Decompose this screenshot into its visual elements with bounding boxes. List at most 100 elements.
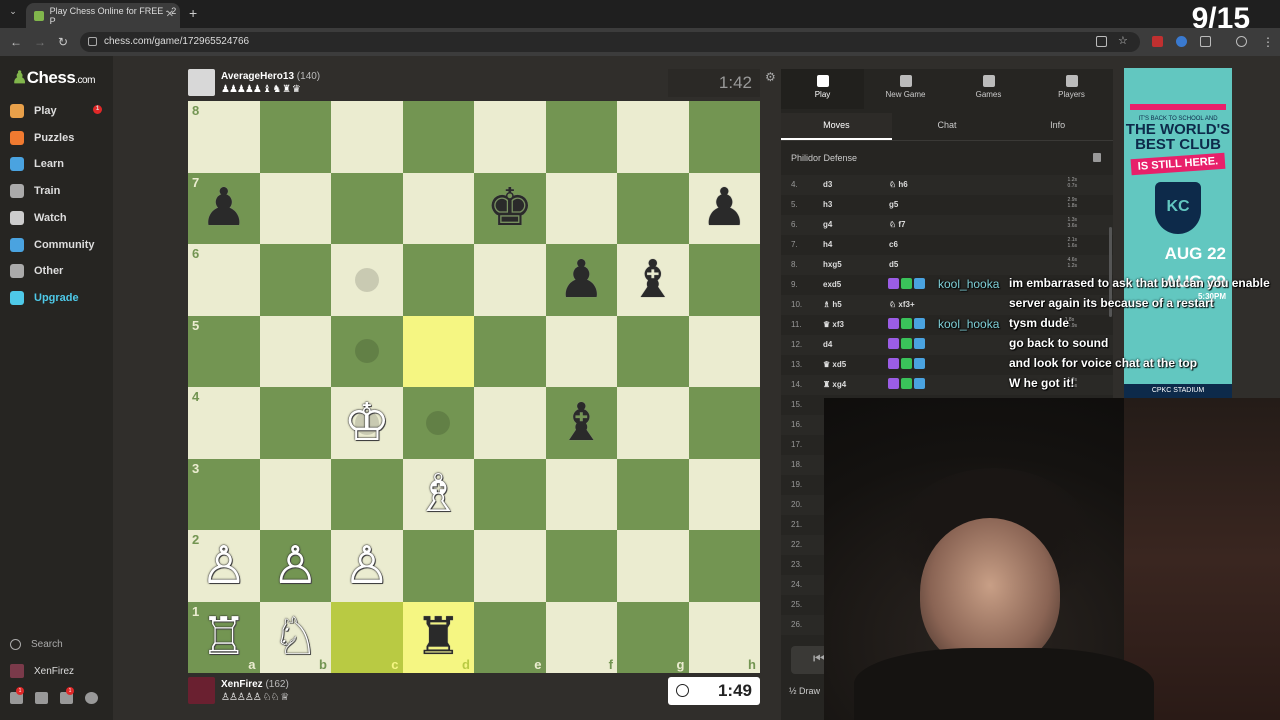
extension-icon-2[interactable] (1176, 36, 1187, 47)
square-c2[interactable]: ♙ (331, 530, 403, 602)
legal-move-dot[interactable] (354, 339, 379, 364)
square-g1[interactable]: g (617, 601, 689, 673)
extensions-puzzle-icon[interactable] (1200, 36, 1211, 47)
subtab-moves[interactable]: Moves (781, 113, 892, 140)
square-h6[interactable] (688, 244, 760, 316)
back-icon[interactable]: ← (10, 35, 22, 49)
extension-icon[interactable] (1152, 36, 1163, 47)
square-a6[interactable]: 6 (188, 244, 260, 316)
site-info-icon[interactable] (88, 37, 97, 46)
square-c7[interactable] (331, 172, 403, 244)
black-move[interactable]: g5 (889, 200, 898, 209)
square-d3[interactable]: ♗ (402, 458, 474, 530)
square-d6[interactable] (402, 244, 474, 316)
square-b5[interactable] (259, 315, 331, 387)
square-f2[interactable] (545, 530, 617, 602)
white-move[interactable]: h3 (823, 200, 832, 209)
sidebar-item-upgrade[interactable]: Upgrade (0, 287, 113, 309)
square-g6[interactable]: ♝ (617, 244, 689, 316)
square-b6[interactable] (259, 244, 331, 316)
white-move[interactable]: g4 (823, 220, 832, 229)
black-move[interactable]: ♘ h6 (889, 180, 908, 189)
friends-icon[interactable]: 1 (10, 687, 24, 704)
subtab-chat[interactable]: Chat (892, 113, 1003, 140)
square-b3[interactable] (259, 458, 331, 530)
white-move[interactable]: hxg5 (823, 260, 842, 269)
sidebar-item-play[interactable]: Play 1 (0, 100, 113, 122)
sidebar-item-learn[interactable]: Learn (0, 153, 113, 175)
chess-piece-c4[interactable]: ♔ (343, 397, 390, 449)
square-h3[interactable] (688, 458, 760, 530)
square-f8[interactable] (545, 101, 617, 173)
square-c6[interactable] (331, 244, 403, 316)
square-e7[interactable]: ♚ (474, 172, 546, 244)
menu-dots-icon[interactable]: ⋮ (1262, 35, 1274, 49)
chess-piece-b2[interactable]: ♙ (272, 540, 319, 592)
square-b7[interactable] (259, 172, 331, 244)
square-d5[interactable] (402, 315, 474, 387)
new-tab-icon[interactable]: + (189, 5, 197, 21)
square-f5[interactable] (545, 315, 617, 387)
white-move[interactable]: exd5 (823, 280, 841, 289)
top-player-avatar[interactable] (188, 69, 215, 96)
square-c3[interactable] (331, 458, 403, 530)
bottom-player-avatar[interactable] (188, 677, 215, 704)
tab-play[interactable]: Play (781, 69, 864, 109)
square-a1[interactable]: 1 a ♖ (188, 601, 260, 673)
square-f4[interactable]: ♝ (545, 387, 617, 459)
close-tab-icon[interactable]: ✕ (166, 9, 174, 20)
square-h8[interactable] (688, 101, 760, 173)
square-d7[interactable] (402, 172, 474, 244)
mail-icon[interactable] (35, 692, 48, 704)
install-icon[interactable] (1096, 36, 1107, 47)
sidebar-item-other[interactable]: Other (0, 260, 113, 282)
tab-search-icon[interactable]: ⌄ (6, 6, 20, 20)
square-e8[interactable] (474, 101, 546, 173)
square-e5[interactable] (474, 315, 546, 387)
white-move[interactable]: d3 (823, 180, 832, 189)
square-g8[interactable] (617, 101, 689, 173)
top-player-name[interactable]: AverageHero13 (140) (221, 71, 320, 82)
chess-piece-h7[interactable]: ♟ (701, 182, 748, 234)
top-player-username[interactable]: AverageHero13 (221, 71, 294, 82)
square-d8[interactable] (402, 101, 474, 173)
board-settings-gear-icon[interactable]: ⚙ (765, 70, 776, 84)
square-f6[interactable]: ♟ (545, 244, 617, 316)
white-move[interactable]: d4 (823, 340, 832, 349)
square-e6[interactable] (474, 244, 546, 316)
square-h7[interactable]: ♟ (688, 172, 760, 244)
sidebar-user[interactable]: XenFirez (10, 664, 74, 678)
square-c5[interactable] (331, 315, 403, 387)
chess-piece-f4[interactable]: ♝ (558, 397, 605, 449)
chess-piece-b1[interactable]: ♘ (272, 611, 319, 663)
profile-icon[interactable] (1236, 36, 1247, 47)
square-a5[interactable]: 5 (188, 315, 260, 387)
sidebar-item-train[interactable]: Train (0, 180, 113, 202)
square-h5[interactable] (688, 315, 760, 387)
square-h2[interactable] (688, 530, 760, 602)
square-a4[interactable]: 4 (188, 387, 260, 459)
square-e1[interactable]: e (474, 601, 546, 673)
browser-tab[interactable]: Play Chess Online for FREE - 2 P ✕ (26, 3, 180, 28)
chess-board[interactable]: 8 7 ♟ ♚ ♟ 6 ♟ ♝ 5 4 ♔ ♝ 3 ♗ 2 ♙ ♙ ♙ 1 a ♖ b ♘ c d ♜ e f g h (188, 101, 760, 673)
white-move[interactable]: ♛ xd5 (823, 360, 846, 369)
sidebar-item-puzzles[interactable]: Puzzles (0, 127, 113, 149)
bell-icon[interactable]: 1 (60, 687, 74, 704)
square-h1[interactable]: h (688, 601, 760, 673)
tab-new-game[interactable]: New Game (864, 69, 947, 109)
square-a8[interactable]: 8 (188, 101, 260, 173)
legal-move-dot[interactable] (426, 410, 451, 435)
square-g4[interactable] (617, 387, 689, 459)
legal-move-dot[interactable] (354, 267, 379, 292)
square-b4[interactable] (259, 387, 331, 459)
trash-icon[interactable] (1093, 153, 1101, 162)
tab-games[interactable]: Games (947, 69, 1030, 109)
white-move[interactable]: ♗ h5 (823, 300, 842, 309)
chess-piece-a1[interactable]: ♖ (200, 611, 247, 663)
square-f7[interactable] (545, 172, 617, 244)
chess-piece-d3[interactable]: ♗ (415, 468, 462, 520)
square-d1[interactable]: d ♜ (402, 601, 474, 673)
chess-piece-f6[interactable]: ♟ (558, 254, 605, 306)
white-move[interactable]: ♛ xf3 (823, 320, 844, 329)
bookmark-star-icon[interactable]: ☆ (1118, 34, 1129, 47)
